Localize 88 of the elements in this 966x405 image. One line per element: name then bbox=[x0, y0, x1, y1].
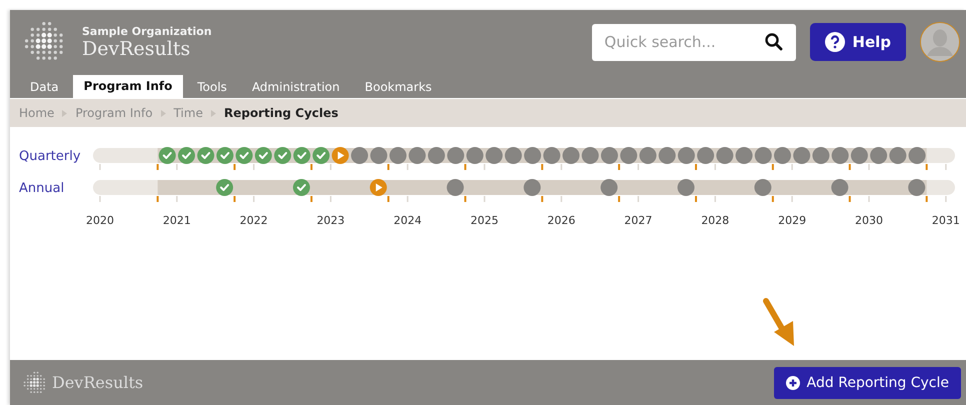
period-dot[interactable] bbox=[716, 147, 734, 164]
period-dot[interactable] bbox=[908, 179, 926, 196]
search-button[interactable] bbox=[752, 24, 796, 60]
period-dot[interactable] bbox=[389, 147, 406, 164]
avatar-silhouette[interactable] bbox=[920, 22, 960, 62]
period-dot[interactable] bbox=[466, 147, 484, 164]
year-label: 2025 bbox=[470, 214, 498, 227]
period-dot[interactable] bbox=[428, 147, 445, 164]
period-dot[interactable] bbox=[408, 147, 426, 164]
year-label: 2024 bbox=[394, 214, 422, 227]
check-circle-icon[interactable] bbox=[216, 147, 234, 164]
nav-tab[interactable]: Data bbox=[19, 76, 70, 98]
period-dot[interactable] bbox=[774, 147, 791, 164]
product-name: DevResults bbox=[82, 38, 192, 60]
period-dot[interactable] bbox=[524, 179, 541, 196]
period-dot[interactable] bbox=[850, 147, 868, 164]
year-label: 2020 bbox=[86, 214, 114, 227]
period-dot[interactable] bbox=[831, 179, 848, 196]
period-dot[interactable] bbox=[524, 147, 542, 164]
add-reporting-cycle-button[interactable]: Add Reporting Cycle bbox=[774, 366, 961, 398]
separator-icon bbox=[210, 110, 216, 116]
period-dot[interactable] bbox=[832, 147, 849, 164]
breadcrumb-link[interactable]: Time bbox=[174, 106, 203, 120]
footer-product-name: DevResults bbox=[52, 373, 144, 392]
check-circle-icon[interactable] bbox=[312, 147, 330, 164]
period-dot[interactable] bbox=[677, 179, 694, 196]
cycle-label[interactable]: Annual bbox=[19, 180, 93, 202]
period-dot[interactable] bbox=[600, 179, 618, 196]
year-label: 2030 bbox=[855, 214, 883, 227]
period-dot[interactable] bbox=[486, 147, 503, 164]
help-button[interactable]: Help bbox=[810, 23, 906, 61]
separator-icon bbox=[160, 110, 166, 116]
period-dot[interactable] bbox=[447, 147, 464, 164]
organization-name: Sample Organization bbox=[82, 24, 213, 38]
period-dot[interactable] bbox=[812, 147, 830, 164]
check-circle-icon[interactable] bbox=[216, 179, 234, 196]
nav-tab[interactable]: Bookmarks bbox=[354, 76, 443, 98]
period-dot[interactable] bbox=[736, 147, 753, 164]
search-icon bbox=[765, 33, 784, 51]
period-dot[interactable] bbox=[351, 147, 368, 164]
year-label: 2028 bbox=[701, 214, 730, 227]
period-dot[interactable] bbox=[446, 179, 464, 196]
period-dot[interactable] bbox=[678, 147, 695, 164]
period-dot[interactable] bbox=[754, 179, 772, 196]
check-circle-icon[interactable] bbox=[293, 147, 310, 164]
period-dot[interactable] bbox=[754, 147, 772, 164]
play-circle-icon[interactable] bbox=[370, 179, 387, 196]
period-dot[interactable] bbox=[543, 147, 560, 164]
nav-tab[interactable]: Tools bbox=[186, 76, 238, 98]
period-dot[interactable] bbox=[639, 147, 656, 164]
check-circle-icon[interactable] bbox=[197, 147, 214, 164]
year-label: 2021 bbox=[162, 214, 191, 227]
period-dot[interactable] bbox=[370, 147, 388, 164]
question-circle-icon bbox=[825, 32, 846, 52]
nav-tab[interactable]: Administration bbox=[240, 76, 351, 98]
period-dot[interactable] bbox=[600, 147, 618, 164]
breadcrumb-link[interactable]: Program Info bbox=[75, 106, 153, 120]
nav-tab[interactable]: Program Info bbox=[72, 75, 184, 98]
plus-circle-icon bbox=[786, 376, 800, 390]
check-circle-icon[interactable] bbox=[254, 147, 272, 164]
globe-logo-icon bbox=[22, 370, 48, 396]
period-dot[interactable] bbox=[697, 147, 714, 164]
period-dot[interactable] bbox=[793, 147, 810, 164]
period-dot[interactable] bbox=[620, 147, 638, 164]
year-label: 2029 bbox=[778, 214, 806, 227]
year-label: 2031 bbox=[932, 214, 960, 227]
year-label: 2026 bbox=[547, 214, 576, 227]
period-dot[interactable] bbox=[889, 147, 906, 164]
separator-icon bbox=[62, 110, 68, 116]
breadcrumb-link[interactable]: Home bbox=[19, 106, 54, 120]
period-dot[interactable] bbox=[504, 147, 522, 164]
check-circle-icon[interactable] bbox=[274, 147, 292, 164]
period-dot[interactable] bbox=[658, 147, 676, 164]
check-circle-icon[interactable] bbox=[236, 147, 253, 164]
period-dot[interactable] bbox=[908, 147, 926, 164]
period-dot[interactable] bbox=[562, 147, 580, 164]
year-label: 2027 bbox=[624, 214, 652, 227]
period-dot[interactable] bbox=[870, 147, 888, 164]
check-circle-icon[interactable] bbox=[178, 147, 196, 164]
year-label: 2022 bbox=[240, 214, 268, 227]
period-dot[interactable] bbox=[582, 147, 599, 164]
search-field[interactable]: Quick search... bbox=[592, 24, 752, 60]
check-circle-icon[interactable] bbox=[158, 147, 176, 164]
year-label: 2023 bbox=[316, 214, 345, 227]
current-page: Reporting Cycles bbox=[224, 106, 338, 120]
check-circle-icon[interactable] bbox=[292, 179, 310, 196]
cycle-label[interactable]: Quarterly bbox=[19, 148, 93, 170]
play-circle-icon[interactable] bbox=[332, 147, 349, 164]
